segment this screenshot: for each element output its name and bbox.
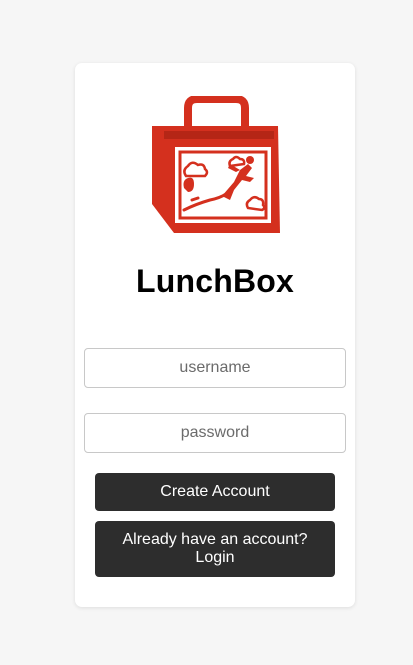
create-account-button[interactable]: Create Account	[95, 473, 335, 511]
lunchbox-icon	[152, 96, 280, 233]
login-card: LunchBox Create Account Already have an …	[75, 63, 355, 607]
login-button[interactable]: Already have an account? Login	[95, 521, 335, 577]
password-input[interactable]	[84, 413, 346, 453]
app-title: LunchBox	[135, 263, 295, 299]
username-input[interactable]	[84, 348, 346, 388]
